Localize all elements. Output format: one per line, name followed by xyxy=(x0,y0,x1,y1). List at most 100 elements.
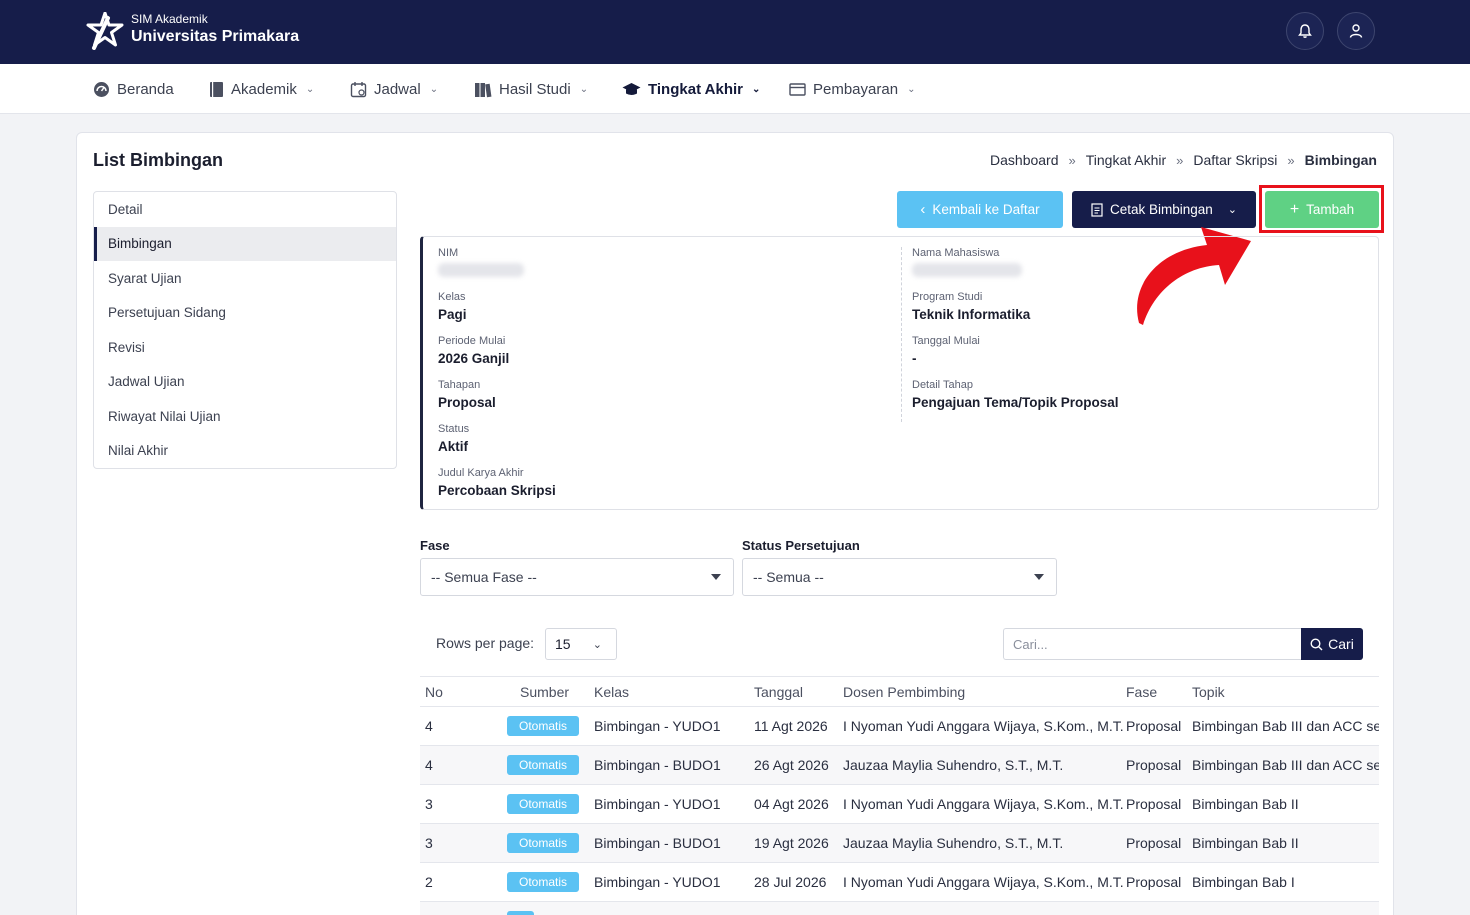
column-header-dosen[interactable]: Dosen Pembimbing xyxy=(843,677,965,706)
table-row-partial xyxy=(420,901,1379,915)
side-item-persetujuan-sidang[interactable]: Persetujuan Sidang xyxy=(94,296,396,331)
source-badge: Otomatis xyxy=(507,716,580,736)
search-button[interactable]: Cari xyxy=(1301,628,1363,660)
graduation-cap-icon xyxy=(622,82,641,95)
stage-detail-label: Detail Tahap xyxy=(912,379,973,391)
search-icon xyxy=(1310,637,1323,650)
table-row[interactable]: 3 Otomatis Bimbingan - YUDO1 04 Agt 2026… xyxy=(420,784,1379,823)
chevron-down-icon: ⌄ xyxy=(752,83,761,95)
chevron-down-icon: ⌄ xyxy=(592,639,602,651)
cell-no: 4 xyxy=(425,718,433,734)
program-value: Teknik Informatika xyxy=(912,307,1031,322)
dashboard-icon xyxy=(94,81,109,97)
nav-tingkat-akhir[interactable]: Tingkat Akhir ⌄ xyxy=(622,64,760,114)
source-badge: Otomatis xyxy=(507,794,580,814)
notifications-button[interactable] xyxy=(1286,12,1324,50)
side-item-detail[interactable]: Detail xyxy=(94,192,396,227)
phase-filter-value: -- Semua Fase -- xyxy=(431,569,537,585)
wallet-icon xyxy=(789,82,806,96)
cell-fase: Proposal xyxy=(1126,718,1182,734)
cell-no: 3 xyxy=(425,835,433,851)
bell-icon xyxy=(1298,24,1312,38)
nav-pembayaran[interactable]: Pembayaran ⌄ xyxy=(789,64,915,114)
breadcrumb-separator-icon: » xyxy=(1068,152,1076,168)
page-title: List Bimbingan xyxy=(93,150,223,170)
table-row[interactable]: 3 Otomatis Bimbingan - BUDO1 19 Agt 2026… xyxy=(420,823,1379,862)
user-icon xyxy=(1349,24,1363,38)
column-header-topik[interactable]: Topik xyxy=(1192,677,1225,706)
column-header-tanggal[interactable]: Tanggal xyxy=(754,677,803,706)
phase-filter-select[interactable]: -- Semua Fase -- xyxy=(420,558,734,596)
column-header-kelas[interactable]: Kelas xyxy=(594,677,629,706)
chevron-down-icon: ⌄ xyxy=(429,83,439,95)
logo-icon xyxy=(86,12,124,50)
nav-akademik[interactable]: Akademik ⌄ xyxy=(209,64,314,114)
column-header-fase[interactable]: Fase xyxy=(1126,677,1157,706)
nav-hasil-studi[interactable]: Hasil Studi ⌄ xyxy=(474,64,588,114)
status-field: Status Aktif xyxy=(438,423,469,454)
breadcrumb: Dashboard » Tingkat Akhir » Daftar Skrip… xyxy=(990,152,1377,168)
column-header-sumber[interactable]: Sumber xyxy=(520,677,569,706)
student-name-label: Nama Mahasiswa xyxy=(912,247,1000,259)
chevron-left-icon: ‹ xyxy=(920,201,926,218)
period-field: Periode Mulai 2026 Ganjil xyxy=(438,335,509,366)
stage-value: Proposal xyxy=(438,395,496,410)
side-item-jadwal-ujian[interactable]: Jadwal Ujian xyxy=(94,365,396,400)
start-date-value: - xyxy=(912,351,917,366)
kelas-label: Kelas xyxy=(438,291,466,303)
source-badge: Otomatis xyxy=(507,833,580,853)
stage-detail-value: Pengajuan Tema/Topik Proposal xyxy=(912,395,1119,410)
nav-label: Jadwal xyxy=(374,80,421,98)
cell-tanggal: 11 Agt 2026 xyxy=(754,718,828,734)
cell-topik: Bimbingan Bab II xyxy=(1192,796,1299,812)
thesis-title-value: Percobaan Skripsi xyxy=(438,483,556,498)
breadcrumb-dashboard[interactable]: Dashboard xyxy=(990,152,1059,168)
nav-label: Akademik xyxy=(231,80,297,98)
phase-filter-label: Fase xyxy=(420,538,450,553)
stage-field: Tahapan Proposal xyxy=(438,379,496,410)
side-item-syarat-ujian[interactable]: Syarat Ujian xyxy=(94,261,396,296)
cell-kelas: Bimbingan - YUDO1 xyxy=(594,874,721,890)
back-button-label: Kembali ke Daftar xyxy=(932,202,1040,217)
nav-label: Beranda xyxy=(117,80,174,98)
caret-down-icon xyxy=(711,574,721,580)
table-row[interactable]: 4 Otomatis Bimbingan - YUDO1 11 Agt 2026… xyxy=(420,706,1379,745)
cell-kelas: Bimbingan - YUDO1 xyxy=(594,796,721,812)
rows-per-page-value: 15 xyxy=(555,636,571,652)
cell-tanggal: 04 Agt 2026 xyxy=(754,796,829,812)
main-navigation: Beranda Akademik ⌄ Jadwal ⌄ Hasil Studi ⌄ T… xyxy=(0,64,1470,114)
start-date-field: Tanggal Mulai - xyxy=(912,335,980,366)
search-button-label: Cari xyxy=(1328,636,1354,652)
approval-filter-select[interactable]: -- Semua -- xyxy=(742,558,1057,596)
source-badge: Otomatis xyxy=(507,872,580,892)
student-name-field: Nama Mahasiswa xyxy=(912,247,1022,282)
column-header-no[interactable]: No xyxy=(425,677,443,706)
side-item-riwayat-nilai-ujian[interactable]: Riwayat Nilai Ujian xyxy=(94,399,396,434)
cell-fase: Proposal xyxy=(1126,757,1182,773)
university-name: Universitas Primakara xyxy=(131,28,300,45)
cell-tanggal: 19 Agt 2026 xyxy=(754,835,829,851)
nav-beranda[interactable]: Beranda xyxy=(93,64,174,114)
rows-per-page-select[interactable]: 15 ⌄ xyxy=(545,628,617,660)
table-row[interactable]: 2 Otomatis Bimbingan - YUDO1 28 Jul 2026… xyxy=(420,862,1379,901)
cell-kelas: Bimbingan - BUDO1 xyxy=(594,757,721,773)
nim-value-redacted xyxy=(438,263,524,277)
profile-button[interactable] xyxy=(1337,12,1375,50)
app-subtitle: SIM Akademik xyxy=(131,12,208,26)
cell-no: 2 xyxy=(425,874,433,890)
stage-label: Tahapan xyxy=(438,379,481,391)
breadcrumb-daftar-skripsi[interactable]: Daftar Skripsi xyxy=(1193,152,1277,168)
breadcrumb-tingkat-akhir[interactable]: Tingkat Akhir xyxy=(1086,152,1166,168)
content-card: List Bimbingan Dashboard » Tingkat Akhir… xyxy=(76,132,1394,915)
side-item-bimbingan[interactable]: Bimbingan xyxy=(94,226,396,261)
table-row[interactable]: 4 Otomatis Bimbingan - BUDO1 26 Agt 2026… xyxy=(420,745,1379,784)
cell-dosen: I Nyoman Yudi Anggara Wijaya, S.Kom., M.… xyxy=(843,718,1124,734)
side-item-revisi[interactable]: Revisi xyxy=(94,330,396,365)
nav-jadwal[interactable]: Jadwal ⌄ xyxy=(350,64,438,114)
search-input[interactable]: Cari... xyxy=(1003,628,1301,660)
side-item-nilai-akhir[interactable]: Nilai Akhir xyxy=(94,434,396,469)
rows-per-page-label: Rows per page: xyxy=(436,635,535,651)
guidance-table: No Sumber Kelas Tanggal Dosen Pembimbing… xyxy=(420,676,1379,915)
back-to-list-button[interactable]: ‹ Kembali ke Daftar xyxy=(897,191,1063,228)
breadcrumb-separator-icon: » xyxy=(1287,152,1295,168)
